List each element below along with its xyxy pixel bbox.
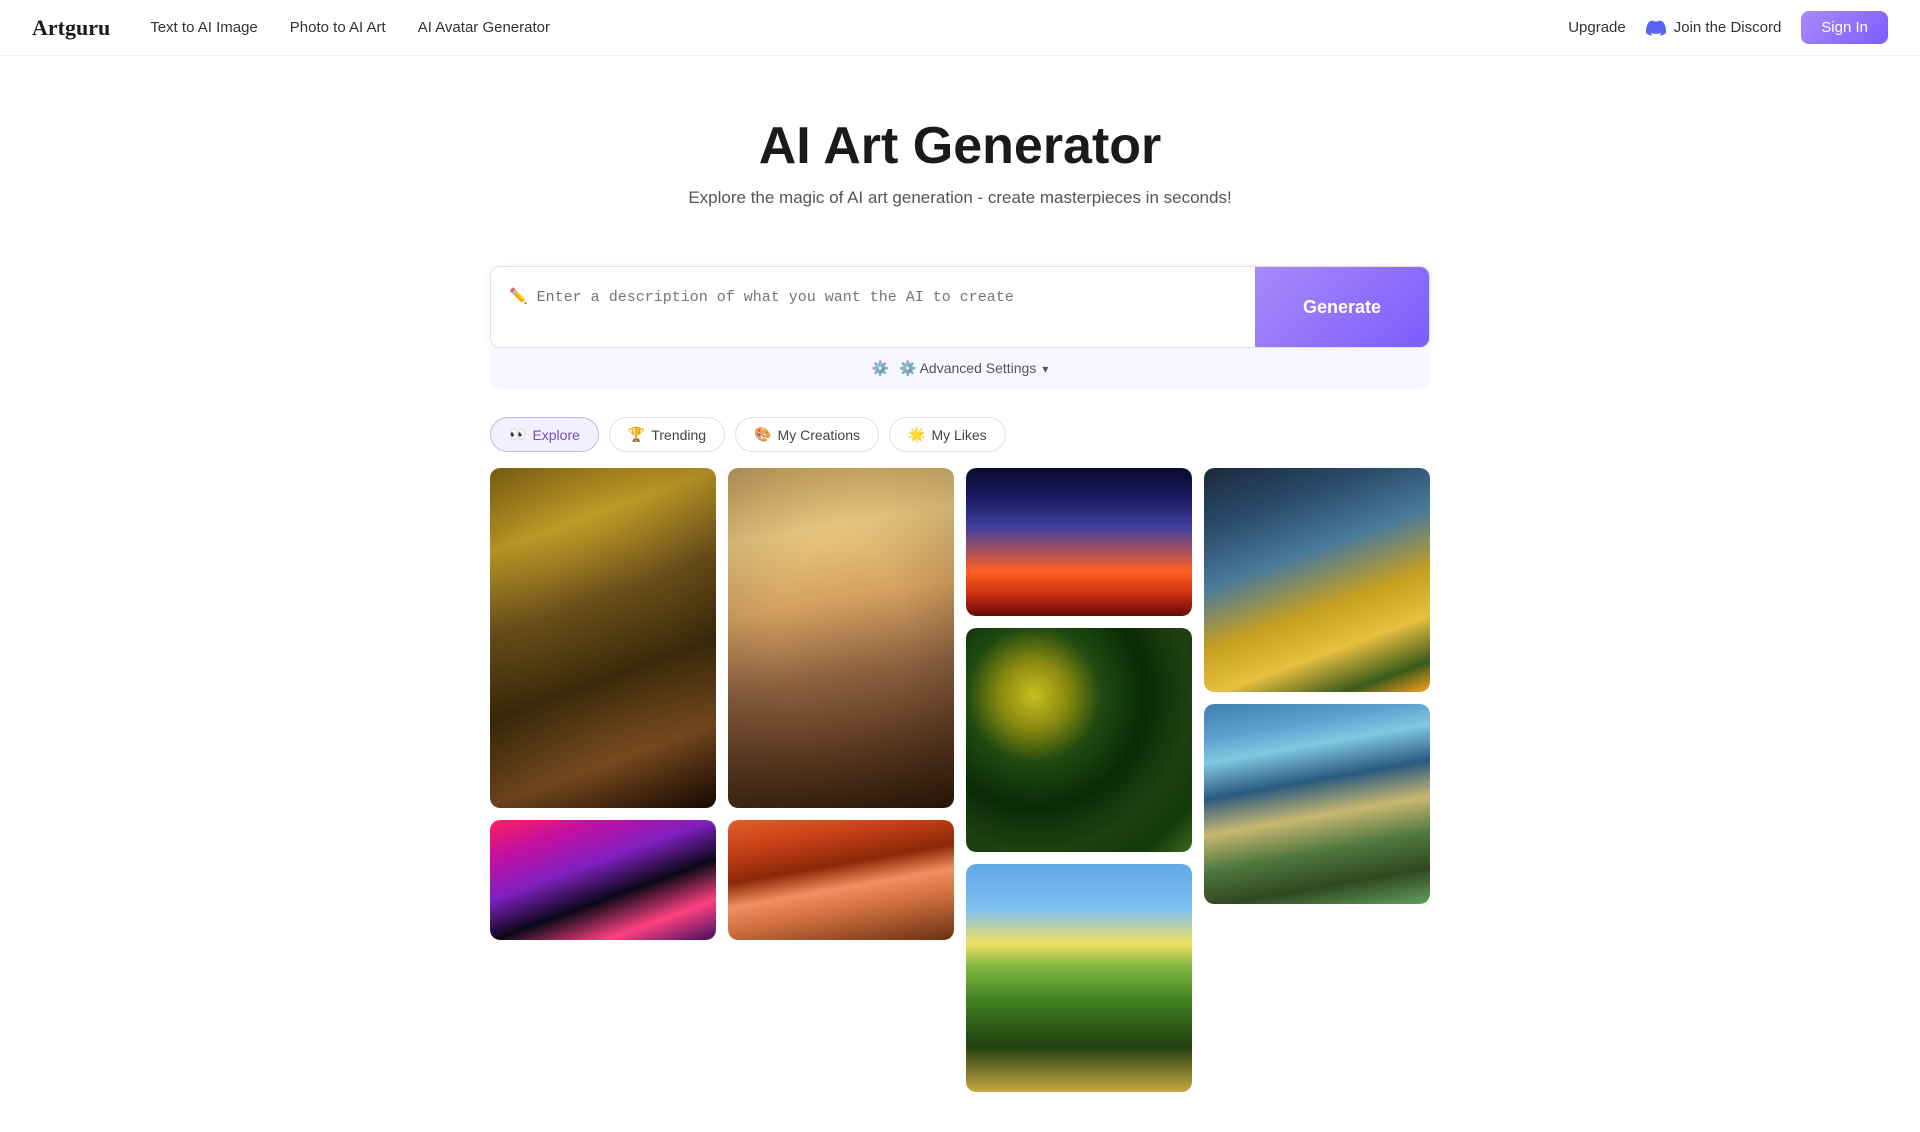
tabs-row: 👀 Explore 🏆 Trending 🎨 My Creations 🌟 My… — [470, 417, 1450, 452]
advanced-settings-label: ⚙️ Advanced Settings — [899, 360, 1036, 377]
tab-my-likes-label: My Likes — [931, 427, 986, 443]
tab-explore[interactable]: 👀 Explore — [490, 417, 599, 452]
navbar: Artguru Text to AI Image Photo to AI Art… — [0, 0, 1920, 56]
generate-button[interactable]: Generate — [1255, 267, 1429, 347]
gallery-item-ornate-warrior[interactable] — [490, 468, 716, 808]
hero-title: AI Art Generator — [20, 116, 1900, 176]
gallery-image-blonde-girl — [728, 468, 954, 808]
prompt-row: Generate — [490, 266, 1430, 348]
tab-my-creations-emoji: 🎨 — [754, 426, 771, 443]
gallery-image-cyberpunk — [490, 820, 716, 940]
brand-logo[interactable]: Artguru — [32, 15, 110, 41]
gallery-image-ornate-warrior — [490, 468, 716, 808]
gallery-item-cyberpunk[interactable] — [490, 820, 716, 940]
tab-trending-emoji: 🏆 — [628, 426, 645, 443]
gallery-item-van-gogh[interactable] — [966, 628, 1192, 852]
settings-icon: ⚙️ — [872, 360, 889, 377]
gallery-image-countryside — [966, 864, 1192, 1092]
prompt-input[interactable] — [491, 267, 1255, 347]
advanced-settings-button[interactable]: ⚙️ ⚙️ Advanced Settings ▾ — [490, 348, 1430, 389]
tab-trending[interactable]: 🏆 Trending — [609, 417, 725, 452]
tab-trending-label: Trending — [651, 427, 706, 443]
gallery-item-red-hair[interactable] — [728, 820, 954, 940]
advanced-container: ⚙️ ⚙️ Advanced Settings ▾ — [470, 348, 1450, 389]
nav-link-photo-to-art[interactable]: Photo to AI Art — [290, 19, 386, 36]
gallery-image-mountain-lake — [1204, 704, 1430, 904]
gallery-item-planet-sunset[interactable] — [966, 468, 1192, 616]
discord-label: Join the Discord — [1674, 19, 1782, 36]
nav-link-text-to-image[interactable]: Text to AI Image — [150, 19, 258, 36]
upgrade-link[interactable]: Upgrade — [1568, 19, 1626, 36]
discord-icon — [1646, 18, 1666, 38]
chevron-down-icon: ▾ — [1042, 362, 1048, 376]
discord-link[interactable]: Join the Discord — [1646, 18, 1782, 38]
gallery-image-planet-sunset — [966, 468, 1192, 616]
nav-right: Upgrade Join the Discord Sign In — [1568, 11, 1888, 44]
gallery-item-countryside[interactable] — [966, 864, 1192, 1092]
gallery-item-sci-fi-machine[interactable] — [1204, 468, 1430, 692]
gallery — [470, 468, 1450, 1132]
tab-my-creations[interactable]: 🎨 My Creations — [735, 417, 879, 452]
signin-button[interactable]: Sign In — [1801, 11, 1888, 44]
hero-subtitle: Explore the magic of AI art generation -… — [20, 188, 1900, 208]
tab-explore-emoji: 👀 — [509, 426, 526, 443]
tab-my-likes[interactable]: 🌟 My Likes — [889, 417, 1006, 452]
hero-section: AI Art Generator Explore the magic of AI… — [0, 56, 1920, 238]
gallery-image-sci-fi-machine — [1204, 468, 1430, 692]
gallery-item-mountain-lake[interactable] — [1204, 704, 1430, 904]
gallery-image-red-hair — [728, 820, 954, 940]
nav-links: Text to AI Image Photo to AI Art AI Avat… — [150, 19, 1568, 36]
tab-my-likes-emoji: 🌟 — [908, 426, 925, 443]
tab-explore-label: Explore — [532, 427, 579, 443]
tab-my-creations-label: My Creations — [778, 427, 860, 443]
nav-link-ai-avatar[interactable]: AI Avatar Generator — [418, 19, 550, 36]
gallery-item-blonde-girl[interactable] — [728, 468, 954, 808]
generator-section: Generate — [470, 266, 1450, 348]
gallery-image-van-gogh — [966, 628, 1192, 852]
